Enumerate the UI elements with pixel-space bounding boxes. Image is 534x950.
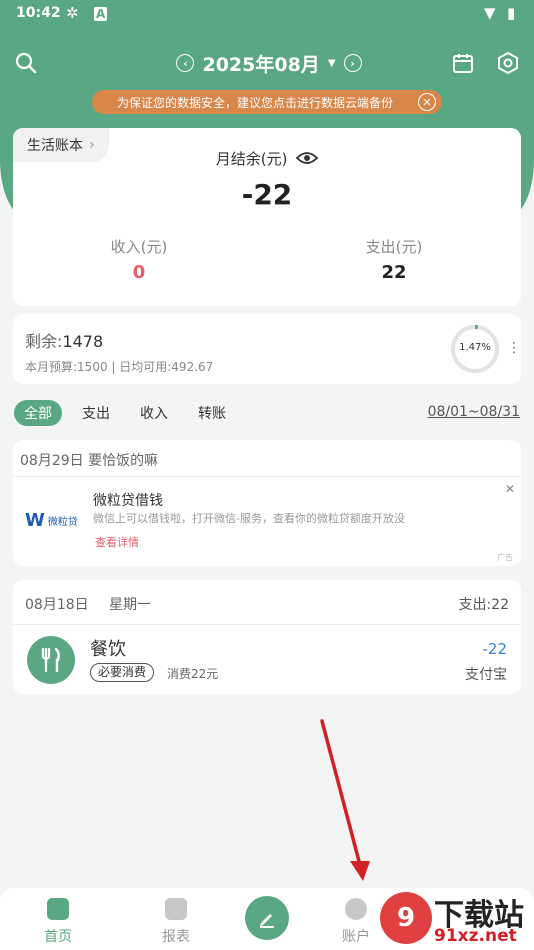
budget-detail: 本月预算:1500 | 日均可用:492.67 (25, 360, 214, 374)
calendar-icon[interactable] (446, 46, 480, 80)
annotation-arrow (320, 719, 370, 881)
top-bar: ‹ 2025年08月 ▼ › (0, 42, 534, 84)
day-weekday: 星期一 (109, 597, 151, 613)
category-name: 餐饮 (90, 639, 126, 660)
nav-report[interactable]: 报表 (146, 898, 206, 946)
expense-value: 22 (381, 262, 407, 283)
balance-label: 月结余(元) (215, 150, 288, 168)
pencil-icon (260, 914, 274, 928)
eye-icon[interactable] (295, 151, 319, 169)
budget-percent: 1.47% (459, 342, 491, 353)
summary-card: 生活账本 › 月结余(元) -22 收入(元) 0 支出(元) 22 (13, 128, 521, 306)
day-date: 08月18日 (25, 597, 89, 613)
income-label: 收入(元) (110, 238, 168, 256)
prev-month-icon[interactable]: ‹ (176, 54, 195, 72)
backup-banner[interactable]: 为保证您的数据安全，建议您点击进行数据云端备份 ✕ (92, 90, 442, 114)
report-icon (165, 898, 187, 920)
battery-icon: ▮ (507, 4, 516, 22)
watermark-logo-icon: 9 (380, 892, 432, 944)
add-record-button[interactable] (245, 896, 289, 940)
remaining-row: 剩余:1478 (25, 328, 103, 352)
home-icon (47, 898, 69, 920)
nav-report-label: 报表 (162, 929, 190, 945)
settings-icon[interactable] (491, 46, 525, 80)
ad-tag: 广告 (497, 553, 513, 562)
status-bar: 10:42 ✲ A ▼ ▮ (0, 0, 534, 30)
app-notification-icon: ✲ (66, 4, 79, 22)
wifi-icon: ▼ (484, 4, 496, 22)
date-range-picker[interactable]: 08/01~08/31 (428, 404, 520, 420)
entry-amount: -22 (482, 640, 508, 658)
remaining-label: 剩余: (25, 332, 63, 351)
income-value: 0 (132, 262, 146, 283)
fork-knife-icon (27, 636, 75, 684)
expense-label: 支出(元) (365, 238, 423, 256)
remaining-value: 1478 (62, 332, 104, 351)
tag-badge: 必要消费 (90, 663, 155, 682)
balance-label-row: 月结余(元) (13, 148, 521, 169)
a-notification-icon: A (94, 7, 108, 21)
entry-account: 支付宝 (465, 667, 507, 683)
ad-date-line: 08月29日 要恰饭的嘛 (20, 453, 159, 469)
money-bag-icon (345, 898, 367, 920)
tab-all[interactable]: 全部 (14, 400, 62, 426)
close-banner-icon[interactable]: ✕ (418, 93, 436, 111)
watermark: 9 下载站 91xz.net (380, 888, 534, 950)
ad-link[interactable]: 查看详情 (95, 534, 139, 550)
filter-tabs: 全部 支出 收入 转账 (14, 400, 236, 426)
watermark-url: 91xz.net (434, 926, 517, 946)
tab-expense[interactable]: 支出 (72, 400, 120, 426)
divider (13, 476, 521, 477)
nav-account-label: 账户 (342, 929, 370, 945)
month-dropdown-icon[interactable]: ▼ (328, 58, 336, 69)
month-label: 2025年08月 (202, 53, 320, 76)
nav-home[interactable]: 首页 (28, 898, 88, 946)
balance-value: -22 (241, 178, 293, 211)
budget-card[interactable]: 剩余:1478 本月预算:1500 | 日均可用:492.67 1.47% ⋮ (13, 314, 521, 384)
ad-desc: 微信上可以借钱啦，打开微信-服务，查看你的微粒贷额度开放没 (93, 512, 405, 525)
ad-logo-text: 微粒贷 (47, 517, 78, 528)
day-total: 支出:22 (458, 597, 509, 613)
close-ad-icon[interactable]: ✕ (505, 482, 515, 496)
status-time: 10:42 (16, 5, 61, 21)
banner-text: 为保证您的数据安全，建议您点击进行数据云端备份 (116, 95, 393, 110)
day-group-card: 08月18日 星期一 支出:22 餐饮 必要消费 消费22元 -22 支付宝 (13, 580, 521, 694)
w-logo-icon: W (25, 510, 45, 531)
ad-logo: W 微粒贷 (25, 510, 78, 531)
divider (13, 624, 521, 625)
ad-title: 微粒贷借钱 (93, 493, 163, 509)
search-icon[interactable] (9, 46, 43, 80)
month-selector[interactable]: ‹ 2025年08月 ▼ › (174, 50, 364, 76)
nav-account[interactable]: 账户 (326, 898, 386, 946)
tab-transfer[interactable]: 转账 (188, 400, 236, 426)
budget-progress-ring: 1.47% (449, 323, 501, 375)
tab-income[interactable]: 收入 (130, 400, 178, 426)
ad-card[interactable]: 08月29日 要恰饭的嘛 W 微粒贷 微粒贷借钱 微信上可以借钱啦，打开微信-服… (13, 440, 521, 566)
more-options-icon[interactable]: ⋮ (507, 340, 521, 356)
nav-home-label: 首页 (44, 929, 72, 945)
next-month-icon[interactable]: › (343, 54, 362, 72)
transaction-row[interactable]: 餐饮 必要消费 消费22元 -22 支付宝 (13, 626, 521, 692)
entry-note: 消费22元 (167, 667, 219, 681)
